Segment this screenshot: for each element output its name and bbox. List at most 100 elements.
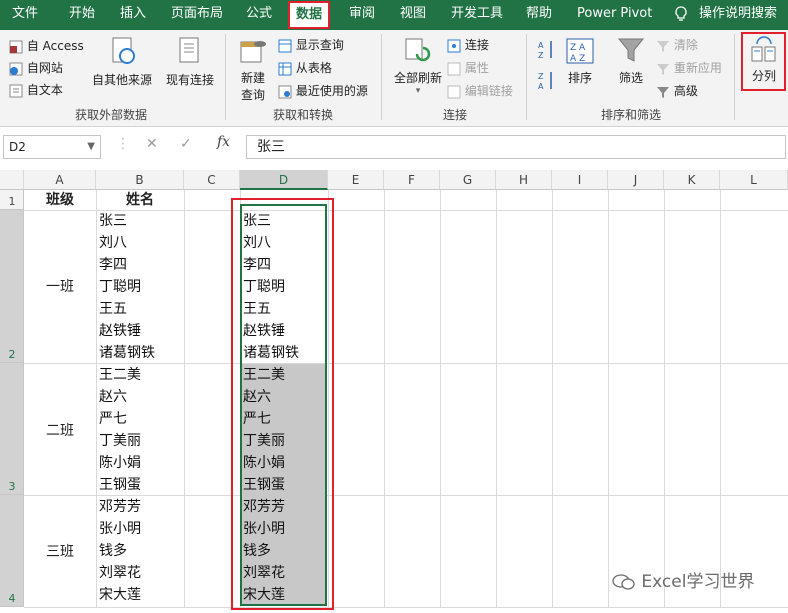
access-icon: [9, 40, 23, 53]
from-text-button[interactable]: 自文本: [9, 81, 63, 98]
column-header-k[interactable]: K: [664, 170, 720, 190]
formula-input[interactable]: 张三: [246, 135, 786, 159]
menu-home[interactable]: 开始: [69, 0, 95, 30]
menu-insert[interactable]: 插入: [120, 0, 146, 30]
cell-b-name[interactable]: 钱多: [99, 540, 127, 562]
cell-b-name[interactable]: 赵铁锤: [99, 320, 141, 342]
column-header-f[interactable]: F: [384, 170, 440, 190]
column-header-a[interactable]: A: [24, 170, 96, 190]
clear-filter-button[interactable]: 清除: [656, 36, 698, 53]
filter-funnel-icon: [617, 38, 645, 62]
column-header-b[interactable]: B: [96, 170, 184, 190]
properties-icon: [447, 62, 461, 75]
edit-links-button[interactable]: 编辑链接: [447, 82, 513, 99]
from-table-button[interactable]: 从表格: [278, 59, 332, 76]
from-web-button[interactable]: 自网站: [9, 59, 63, 76]
recent-sources-button[interactable]: 最近使用的源: [278, 82, 368, 99]
sort-za-button[interactable]: ZA: [538, 70, 558, 95]
watermark: Excel学习世界: [612, 567, 754, 592]
cancel-icon[interactable]: ✕: [146, 136, 158, 152]
sort-az-button[interactable]: AZ: [538, 39, 558, 64]
clear-filter-icon: [657, 40, 669, 52]
menu-help[interactable]: 帮助: [526, 0, 552, 30]
svg-text:Z: Z: [538, 72, 544, 81]
cell-b-name[interactable]: 王二美: [99, 364, 141, 386]
reapply-button[interactable]: 重新应用: [656, 59, 722, 76]
group-label-sort-filter: 排序和筛选: [601, 108, 662, 122]
show-queries-button[interactable]: 显示查询: [278, 36, 344, 53]
group-label-get-transform: 获取和转换: [273, 108, 334, 122]
cell-b-name[interactable]: 刘八: [99, 232, 127, 254]
cell-a4-class[interactable]: 三班: [24, 541, 96, 561]
menu-page-layout[interactable]: 页面布局: [171, 0, 223, 30]
new-query-button[interactable]: 新建 查询: [233, 36, 273, 103]
column-header-j[interactable]: J: [608, 170, 664, 190]
insert-function-icon[interactable]: fx: [217, 134, 230, 150]
properties-button[interactable]: 属性: [447, 59, 489, 76]
formula-bar: D2 ▼ ⋮ ✕ ✓ fx 张三: [0, 127, 788, 167]
svg-text:Z A: Z A: [570, 43, 586, 53]
menu-file[interactable]: 文件: [12, 0, 38, 30]
row-header-3[interactable]: 3: [0, 363, 24, 495]
sort-button[interactable]: Z AA Z 排序: [563, 36, 597, 86]
column-header-l[interactable]: L: [720, 170, 788, 190]
cell-b-name[interactable]: 张三: [99, 210, 127, 232]
reapply-icon: [657, 63, 669, 75]
row-header-2[interactable]: 2: [0, 210, 24, 363]
group-label-get-external: 获取外部数据: [75, 108, 148, 122]
text-to-columns-button[interactable]: 分列: [745, 36, 783, 84]
cell-b1[interactable]: 姓名: [96, 190, 184, 210]
cell-b-name[interactable]: 丁美丽: [99, 430, 141, 452]
table-icon: [278, 39, 292, 52]
row-header-4[interactable]: 4: [0, 495, 24, 607]
menu-view[interactable]: 视图: [400, 0, 426, 30]
cell-b-name[interactable]: 宋大莲: [99, 584, 141, 606]
connections-button[interactable]: 连接: [447, 36, 489, 53]
menu-review[interactable]: 审阅: [349, 0, 375, 30]
from-access-button[interactable]: 自 Access: [9, 37, 84, 54]
cell-b-name[interactable]: 诸葛钢铁: [99, 342, 155, 364]
column-header-c[interactable]: C: [184, 170, 240, 190]
cell-b-name[interactable]: 严七: [99, 408, 127, 430]
existing-connections-button[interactable]: 现有连接: [165, 36, 215, 88]
cell-b-name[interactable]: 邓芳芳: [99, 496, 141, 518]
menu-developer[interactable]: 开发工具: [451, 0, 503, 30]
cell-b-name[interactable]: 李四: [99, 254, 127, 276]
refresh-all-button[interactable]: 全部刷新 ▾: [393, 36, 443, 96]
cell-b-name[interactable]: 赵六: [99, 386, 127, 408]
svg-text:A: A: [538, 41, 544, 50]
column-header-i[interactable]: I: [552, 170, 608, 190]
cell-b-name[interactable]: 陈小娟: [99, 452, 141, 474]
cell-b-name[interactable]: 刘翠花: [99, 562, 141, 584]
column-header-d[interactable]: D: [240, 170, 328, 190]
menu-tell-me[interactable]: 操作说明搜索: [699, 0, 777, 30]
cell-b-name[interactable]: 王钢蛋: [99, 474, 141, 496]
menu-power-pivot[interactable]: Power Pivot: [577, 0, 652, 30]
refresh-icon: [405, 38, 431, 62]
menu-bar: 文件 开始 插入 页面布局 公式 数据 审阅 视图 开发工具 帮助 Power …: [0, 0, 788, 30]
name-box[interactable]: D2 ▼: [3, 135, 101, 159]
cell-a2-class[interactable]: 一班: [24, 276, 96, 296]
advanced-filter-icon: [657, 86, 669, 98]
sort-descending-icon: ZA: [538, 72, 552, 91]
menu-formulas[interactable]: 公式: [246, 0, 272, 30]
column-header-e[interactable]: E: [328, 170, 384, 190]
worksheet-grid[interactable]: A B C D E F G H I J K L 1 2 3 4 班级 姓名 一班…: [0, 170, 788, 613]
column-header-h[interactable]: H: [496, 170, 552, 190]
enter-icon[interactable]: ✓: [180, 136, 192, 152]
existing-connections-icon: [179, 37, 199, 63]
cell-b-name[interactable]: 丁聪明: [99, 276, 141, 298]
select-all-corner[interactable]: [0, 170, 24, 190]
advanced-filter-button[interactable]: 高级: [656, 82, 698, 99]
globe-icon: [9, 62, 23, 75]
cell-b-name[interactable]: 王五: [99, 298, 127, 320]
cell-a3-class[interactable]: 二班: [24, 420, 96, 440]
cell-b-name[interactable]: 张小明: [99, 518, 141, 540]
from-other-sources-button[interactable]: 自其他来源: [92, 36, 152, 88]
filter-button[interactable]: 筛选: [614, 36, 648, 86]
cell-a1[interactable]: 班级: [24, 190, 96, 210]
svg-text:A Z: A Z: [570, 54, 585, 64]
row-header-1[interactable]: 1: [0, 190, 24, 210]
menu-data[interactable]: 数据: [288, 1, 331, 29]
column-header-g[interactable]: G: [440, 170, 496, 190]
